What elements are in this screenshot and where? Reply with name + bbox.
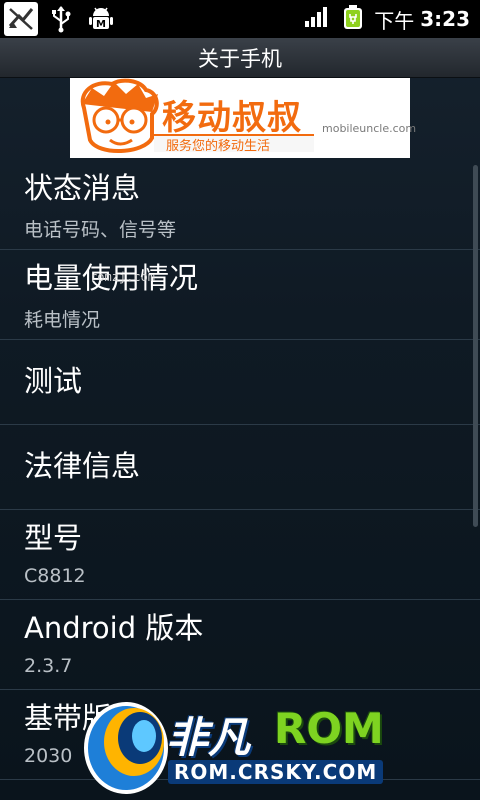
page-title: 关于手机 bbox=[198, 46, 282, 71]
mobileuncle-banner[interactable]: 移动叔叔 mobileuncle.com 服务您的移动生活 bbox=[70, 78, 416, 158]
uncle-mascot-icon bbox=[80, 78, 159, 153]
crsky-watermark: 非凡 ROM ROM.CRSKY.COM bbox=[78, 690, 408, 800]
list-item-summary: 电话号码、信号等 bbox=[24, 219, 177, 241]
clock: 3:23 bbox=[420, 7, 470, 31]
list-item-label: 状态消息 bbox=[24, 171, 141, 205]
missed-notification-icon[interactable] bbox=[4, 2, 38, 36]
list-item-android-version: Android 版本 2.3.7 bbox=[0, 600, 480, 690]
banner-domain: mobileuncle.com bbox=[322, 122, 417, 135]
list-item-summary: 耗电情况 bbox=[24, 309, 101, 331]
list-item-test[interactable]: 测试 bbox=[0, 340, 480, 425]
battery-charging-icon bbox=[342, 4, 364, 34]
title-bar: 关于手机 bbox=[0, 38, 480, 78]
list-item-status[interactable]: 状态消息 电话号码、信号等 bbox=[0, 160, 480, 250]
android-debug-icon: M bbox=[84, 2, 118, 36]
list-item-label: 法律信息 bbox=[24, 449, 141, 484]
banner-brand: 移动叔叔 bbox=[162, 98, 302, 138]
time-period: 下午 bbox=[374, 8, 415, 33]
crsky-rom: ROM bbox=[274, 704, 384, 753]
scrollbar[interactable] bbox=[473, 165, 478, 527]
banner-slogan: 服务您的移动生活 bbox=[166, 139, 271, 154]
list-item-summary: 2.3.7 bbox=[24, 655, 73, 677]
list-item-label: 测试 bbox=[24, 364, 83, 399]
list-item-label: Android 版本 bbox=[24, 611, 204, 645]
banner-area: 移动叔叔 mobileuncle.com 服务您的移动生活 bbox=[0, 78, 480, 160]
status-bar: M 下午 3:23 bbox=[0, 0, 480, 38]
crsky-name: 非凡 bbox=[166, 713, 251, 762]
usb-icon bbox=[44, 2, 78, 36]
list-item-model: 型号 C8812 bbox=[0, 510, 480, 600]
crsky-url: ROM.CRSKY.COM bbox=[168, 760, 384, 784]
list-item-summary: 2030 bbox=[24, 745, 73, 767]
svg-text:M: M bbox=[96, 19, 106, 30]
watermark-romzj: romzj.com bbox=[90, 270, 156, 284]
settings-list: 状态消息 电话号码、信号等 电量使用情况 耗电情况 测试 法律信息 型号 C88… bbox=[0, 160, 480, 780]
list-item-legal[interactable]: 法律信息 bbox=[0, 425, 480, 510]
list-item-summary: C8812 bbox=[24, 565, 86, 587]
crsky-swirl-icon bbox=[84, 702, 168, 794]
signal-icon bbox=[304, 6, 330, 32]
list-item-battery-use[interactable]: 电量使用情况 耗电情况 bbox=[0, 250, 480, 340]
list-item-label: 型号 bbox=[24, 521, 83, 555]
